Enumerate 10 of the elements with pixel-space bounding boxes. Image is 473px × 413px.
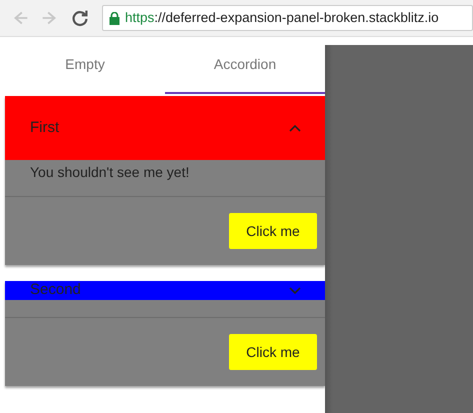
panel-text: You shouldn't see me yet!	[30, 164, 190, 180]
panel-title: First	[30, 119, 60, 137]
tab[interactable]: Empty	[5, 37, 165, 94]
address-bar[interactable]: https://deferred-expansion-panel-broken.stackblitz.io	[102, 5, 473, 31]
click-me-button[interactable]: Click me	[229, 334, 317, 370]
chevron-up-icon	[289, 124, 301, 132]
chevron-down-icon	[289, 287, 301, 295]
panel-header[interactable]: First	[5, 96, 325, 160]
panel-title: Second	[30, 281, 81, 299]
click-me-button[interactable]: Click me	[229, 213, 317, 249]
